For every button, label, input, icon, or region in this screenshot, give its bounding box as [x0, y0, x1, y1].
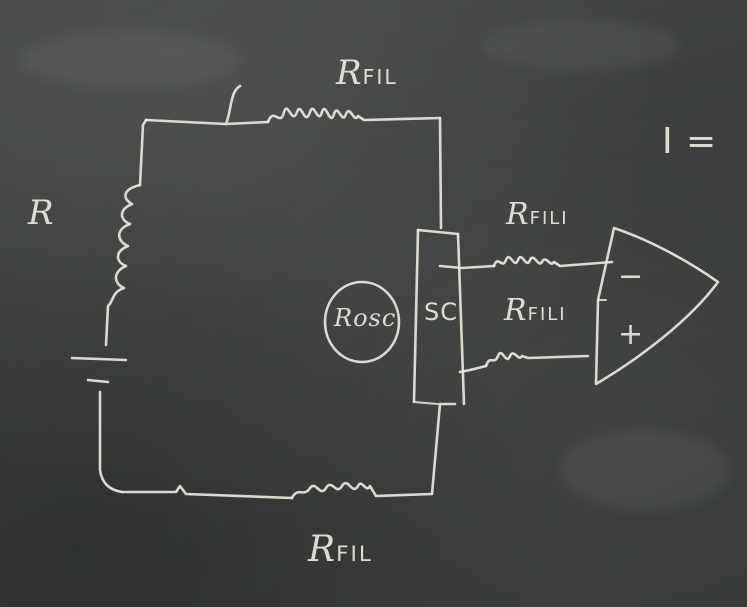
resistor-left-coil [104, 183, 142, 347]
label-rosc: Rosc [334, 306, 396, 330]
label-r-fil-top-sub: FIL [362, 65, 398, 89]
battery-short-plate [86, 378, 110, 384]
sc-box-right [456, 232, 466, 406]
wire-right-top [438, 116, 443, 230]
resistor-sense-lower [484, 351, 590, 368]
label-r-fil-bottom-sub: FIL [336, 542, 373, 567]
label-r-fil-sense-lower: RFILI [504, 296, 567, 326]
sc-box-bottom [412, 400, 440, 406]
label-r-fil-bottom-main: R [308, 529, 337, 570]
wire-top-stub [224, 120, 270, 126]
label-opamp-minus-text: − [618, 259, 645, 294]
label-r-fil-bottom: RFIL [308, 532, 373, 568]
label-sc-text: SC [424, 298, 458, 326]
label-r-fil-top-main: R [336, 53, 363, 93]
label-r-fil-sense-lower-sub: FILI [527, 304, 567, 325]
wire-left-top [138, 118, 148, 187]
sc-box-top [416, 228, 460, 236]
label-r-fil-sense-upper: RFILI [506, 200, 569, 230]
wire-sense-upper-start [438, 264, 496, 270]
opamp-triangle [594, 226, 720, 386]
wire-bottom-left [120, 484, 294, 500]
wire-right-bottom [430, 402, 457, 496]
label-opamp-plus: + [618, 320, 644, 350]
label-r-fil-top: RFIL [336, 56, 398, 90]
label-r-fil-sense-upper-main: R [506, 197, 530, 232]
resistor-sense-upper [492, 255, 614, 268]
wire-left-bottom [98, 390, 124, 494]
chalkboard: RFIL R RFILI RFILI Rosc SC RFIL I = − + [0, 0, 747, 607]
label-current-text: I = [662, 121, 718, 162]
sc-box-left [412, 228, 420, 404]
label-sc: SC [424, 300, 458, 324]
label-r-fil-sense-lower-main: R [504, 293, 528, 328]
label-opamp-minus: − [618, 262, 644, 292]
label-rosc-text: Rosc [334, 304, 397, 332]
label-r-left-text: R [28, 193, 55, 233]
resistor-bottom-zigzag [290, 481, 434, 500]
label-r-fil-sense-upper-sub: FILI [529, 208, 569, 229]
resistor-top-zigzag [266, 107, 442, 124]
label-current: I = [662, 124, 717, 160]
label-r-left: R [28, 196, 55, 230]
wire-top-left [144, 84, 242, 126]
battery-long-plate [70, 356, 128, 362]
label-opamp-plus-text: + [618, 317, 645, 352]
